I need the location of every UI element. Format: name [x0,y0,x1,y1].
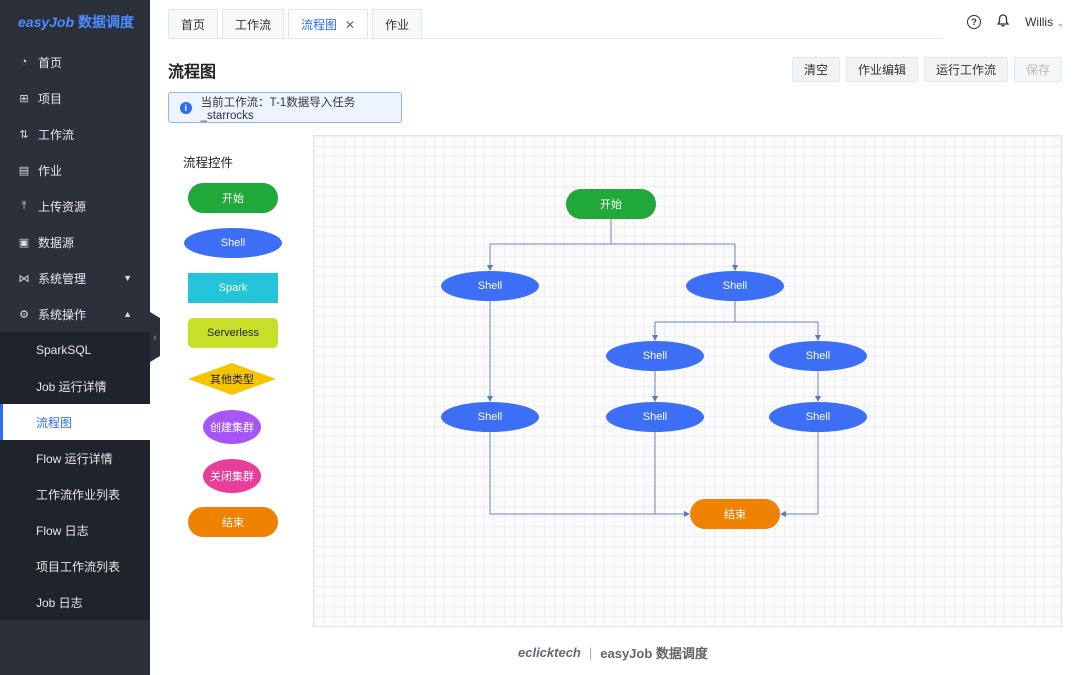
sidebar-subitem-job-run-detail[interactable]: Job 运行详情 [0,368,150,404]
flow-node-shell[interactable]: Shell [606,341,704,371]
company-logo: eclicktech [518,645,581,660]
project-icon: ⊞ [19,92,29,105]
chevron-down-icon: ⌄ [1056,18,1064,28]
topbar: 首页 工作流 流程图 ✕ 作业 ? Willis ⌄ [150,0,1080,40]
palette-start[interactable]: 开始 [188,183,278,213]
user-area: ? Willis ⌄ [967,14,1064,30]
sidebar-subitem-flowchart[interactable]: 流程图 [0,404,150,440]
app-logo[interactable]: easyJob 数据调度 [0,0,150,44]
user-menu[interactable]: Willis ⌄ [1025,15,1064,29]
sidebar: easyJob 数据调度 ◔ 首页 ⊞ 项目 ⇅ 工作流 ▤ 作业 ⤒ 上传资源… [0,0,150,675]
flow-node-shell[interactable]: Shell [769,402,867,432]
palette-spark[interactable]: Spark [188,273,278,303]
tab-bar: 首页 工作流 流程图 ✕ 作业 [168,9,426,39]
flow-edges [487,219,821,517]
edge-g-to-end [780,431,819,517]
bell-icon[interactable] [996,14,1010,30]
logo-suffix: 数据调度 [78,14,135,30]
upload-icon: ⤒ [21,199,27,212]
palette-end[interactable]: 结束 [188,507,278,537]
datasource-icon: ▣ [18,236,30,249]
palette-title: 流程控件 [183,156,234,170]
sidebar-item-datasource[interactable]: ▣ 数据源 [0,224,150,260]
flow-node-start[interactable]: 开始 [566,189,656,219]
dashboard-icon: ◔ [20,56,28,68]
chevron-down-icon: ▼ [123,273,132,283]
tab-home[interactable]: 首页 [168,9,219,39]
page-title: 流程图 [168,64,217,81]
flow-node-end[interactable]: 结束 [690,499,780,529]
palette-create-cluster[interactable]: 创建集群 [203,410,261,444]
tab-job[interactable]: 作业 [372,9,423,39]
sidebar-subitem-sparksql[interactable]: SparkSQL [0,332,150,368]
sidebar-subitem-job-log[interactable]: Job 日志 [0,584,150,620]
sidebar-subitem-project-workflow-list[interactable]: 项目工作流列表 [0,548,150,584]
info-icon: i [180,101,192,114]
product-logo: easyJob 数据调度 [600,646,708,661]
palette-close-cluster[interactable]: 关闭集群 [203,459,261,493]
flow-node-shell[interactable]: Shell [686,271,784,301]
tab-divider [168,38,943,39]
footer: eclicktech | easyJob 数据调度 [518,643,708,662]
edge-e-to-end [489,431,690,517]
sidebar-item-workflow[interactable]: ⇅ 工作流 [0,116,150,152]
palette-other-type[interactable]: 其他类型 [188,363,276,395]
system-manage-icon: ⋈ [18,272,30,285]
edit-job-button[interactable]: 作业编辑 [845,57,918,82]
sidebar-collapse-handle[interactable]: ‹ [150,312,160,362]
logo-brand: easyJob [18,14,75,30]
chevron-left-icon: ‹ [153,332,157,342]
tab-flowchart[interactable]: 流程图 ✕ [288,9,369,39]
user-name: Willis [1025,15,1054,29]
run-workflow-button[interactable]: 运行工作流 [923,57,1008,82]
footer-separator: | [588,645,593,660]
flow-node-shell[interactable]: Shell [769,341,867,371]
tab-workflow[interactable]: 工作流 [222,9,285,39]
flow-node-shell[interactable]: Shell [441,271,539,301]
sidebar-item-system-manage[interactable]: ⋈ 系统管理 ▼ [0,260,150,296]
chevron-up-icon: ▲ [123,309,132,319]
palette-shell[interactable]: Shell [184,228,282,258]
sidebar-item-upload[interactable]: ⤒ 上传资源 [0,188,150,224]
clear-button[interactable]: 清空 [791,57,840,82]
help-icon[interactable]: ? [967,15,982,29]
flow-canvas[interactable]: 开始 Shell Shell Shell Shell Shell Shell S… [313,135,1062,627]
sidebar-subitem-workflow-job-list[interactable]: 工作流作业列表 [0,476,150,512]
workflow-icon: ⇅ [19,128,29,141]
current-workflow-notice: i 当前工作流：T-1数据导入任务_starrocks [168,92,402,123]
sidebar-item-home[interactable]: ◔ 首页 [0,44,150,80]
sidebar-subitem-flow-log[interactable]: Flow 日志 [0,512,150,548]
save-button[interactable]: 保存 [1013,57,1062,82]
flow-node-shell[interactable]: Shell [441,402,539,432]
toolbar: 清空 作业编辑 运行工作流 保存 [791,57,1062,82]
sidebar-item-job[interactable]: ▤ 作业 [0,152,150,188]
job-icon: ▤ [18,164,30,177]
submenu-system-ops: SparkSQL Job 运行详情 流程图 Flow 运行详情 工作流作业列表 … [0,332,150,620]
sidebar-item-system-ops[interactable]: ⚙ 系统操作 ▲ [0,296,150,332]
sidebar-subitem-flow-run-detail[interactable]: Flow 运行详情 [0,440,150,476]
flow-node-shell[interactable]: Shell [606,402,704,432]
gear-icon: ⚙ [19,308,29,321]
palette-serverless[interactable]: Serverless [188,318,278,348]
close-icon[interactable]: ✕ [345,18,355,32]
sidebar-item-project[interactable]: ⊞ 项目 [0,80,150,116]
